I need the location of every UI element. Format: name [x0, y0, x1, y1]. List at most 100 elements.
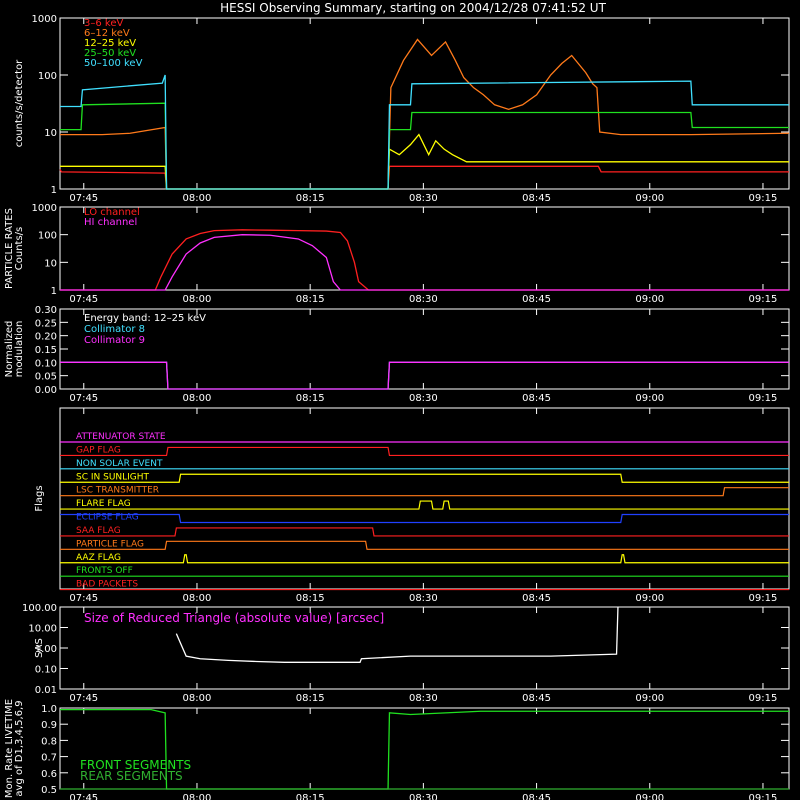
y-tick-label: 0.10 [35, 358, 57, 369]
x-tick-label: 09:15 [749, 593, 778, 604]
series-line-hi-channel [60, 234, 789, 291]
flag-line-gap-flag [60, 446, 789, 457]
x-tick-label: 09:00 [635, 294, 664, 305]
y-tick-label: 0.20 [35, 332, 57, 343]
y-tick-label: 10 [44, 128, 57, 139]
y-tick-label: 1 [51, 185, 57, 196]
panel-flags: 07:45 08:00 08:15 08:30 08:45 09:00 09:15 Flags… [34, 407, 790, 604]
y-tick-label: 0.05 [35, 372, 57, 383]
x-tick-label: 09:00 [635, 793, 664, 800]
legend-collimator-8: Collimator 8 [84, 324, 145, 335]
y-tick-label: 100 [38, 231, 57, 242]
x-tick-label: 08:45 [522, 393, 551, 404]
y-axis-label: SAS [34, 638, 45, 658]
y-tick-label: 1000 [32, 14, 57, 25]
y-tick-label: 1.0 [41, 704, 57, 715]
x-tick-label: 09:15 [749, 193, 778, 204]
panel-lightcurves: 07:45 08:00 08:15 08:30 08:45 09:00 09:15 1 10 10… [14, 14, 790, 204]
series-line-collimator-9 [60, 361, 789, 390]
x-tick-label: 08:30 [409, 393, 438, 404]
flag-label-saa-flag: SAA FLAG [76, 526, 121, 536]
flag-line-sc-in-sunlight [60, 473, 789, 483]
x-tick-label: 09:00 [635, 393, 664, 404]
annotation-energy-band: Energy band: 12–25 keV [84, 313, 206, 324]
series-line-3-6-kev [59, 165, 789, 190]
y-tick-label: 0.01 [35, 685, 57, 696]
y-axis-label: counts/s/detector [14, 59, 25, 147]
annotation-sas: Size of Reduced Triangle (absolute value… [84, 611, 384, 625]
y-tick-label: 0.9 [41, 720, 57, 731]
flag-line-flare-flag [60, 500, 789, 510]
series-group: ATTENUATOR STATE GAP FLAG NON SOLAR EVENT S… [60, 432, 789, 591]
flag-line-lsc-transmitter [60, 487, 789, 497]
series-group [60, 229, 789, 291]
x-tick-label: 09:15 [749, 693, 778, 704]
y-tick-label: 10.00 [28, 624, 57, 635]
x-tick-label: 08:45 [522, 693, 551, 704]
flag-label-flare-flag: FLARE FLAG [76, 499, 131, 509]
x-tick-label: 09:15 [749, 294, 778, 305]
x-tick-label: 08:15 [296, 693, 325, 704]
x-tick-label: 08:45 [522, 193, 551, 204]
x-tick-label: 09:00 [635, 693, 664, 704]
y-tick-label: 0.10 [35, 665, 57, 676]
chart-title: HESSI Observing Summary, starting on 200… [220, 1, 606, 15]
x-tick-label: 08:00 [183, 193, 212, 204]
x-tick-label: 07:45 [69, 693, 98, 704]
y-axis-label: Counts/s [14, 227, 25, 271]
flag-label-fronts-off: FRONTS OFF [76, 566, 133, 576]
flag-line-aaz-flag [60, 554, 789, 564]
x-tick-label: 08:45 [522, 294, 551, 305]
flag-label-gap-flag: GAP FLAG [76, 445, 121, 455]
x-tick-label: 08:15 [296, 294, 325, 305]
x-tick-label: 07:45 [69, 593, 98, 604]
panel-frame [59, 206, 790, 291]
x-tick-label: 08:15 [296, 593, 325, 604]
flag-label-lsc-transmitter: LSC TRANSMITTER [76, 486, 159, 496]
panel-frame [59, 407, 790, 590]
panel-particle: 07:45 08:00 08:15 08:30 08:45 09:00 09:15 1 10 10… [4, 203, 790, 305]
x-tick-label: 07:45 [69, 393, 98, 404]
panel-livetime: 07:45 08:00 08:15 08:30 08:45 09:00 09:15 0.5 0.… [4, 699, 790, 800]
x-tick-label: 08:30 [409, 193, 438, 204]
x-tick-label: 09:00 [635, 593, 664, 604]
x-tick-label: 08:00 [183, 294, 212, 305]
flag-label-bad-packets: BAD PACKETS [76, 580, 138, 590]
x-tick-label: 08:15 [296, 793, 325, 800]
flag-line-saa-flag [60, 527, 789, 537]
legend-hi-channel: HI channel [84, 217, 137, 228]
legend-50-100-kev: 50–100 keV [84, 58, 143, 69]
panel-sas: 07:45 08:00 08:15 08:30 08:45 09:00 09:15 0.01 0… [22, 603, 790, 704]
x-tick-label: 08:15 [296, 393, 325, 404]
panel-frame [59, 17, 790, 190]
y-tick-label: 0.30 [35, 305, 57, 316]
y-tick-label: 0.6 [41, 769, 57, 780]
y-tick-label: 10 [44, 258, 57, 269]
x-tick-label: 09:15 [749, 393, 778, 404]
y-tick-label: 1 [51, 286, 57, 297]
x-tick-label: 09:15 [749, 793, 778, 800]
y-tick-label: 0.15 [35, 345, 57, 356]
x-tick-label: 08:30 [409, 693, 438, 704]
y-axis-label: modulation [14, 321, 25, 378]
y-tick-label: 0.7 [41, 753, 57, 764]
flag-label-aaz-flag: AAZ FLAG [76, 553, 121, 563]
x-tick-label: 07:45 [69, 193, 98, 204]
y-tick-label: 0.8 [41, 736, 57, 747]
x-tick-label: 08:00 [183, 693, 212, 704]
series-group [60, 361, 789, 390]
y-tick-label: 0.5 [41, 785, 57, 796]
flag-label-sc-in-sunlight: SC IN SUNLIGHT [76, 472, 150, 482]
legend-rear-segments: REAR SEGMENTS [80, 769, 183, 783]
series-line-12-25-kev [60, 133, 789, 190]
flag-line-eclipse-flag [60, 513, 789, 524]
x-tick-label: 07:45 [69, 793, 98, 800]
panel-modulation: 07:45 08:00 08:15 08:30 08:45 09:00 09:15 0.00 0… [4, 305, 790, 404]
y-tick-label: 0.00 [35, 385, 57, 396]
hessi-summary-chart: HESSI Observing Summary, starting on 200… [4, 1, 790, 800]
x-tick-label: 08:15 [296, 193, 325, 204]
x-tick-label: 08:30 [409, 593, 438, 604]
y-tick-label: 100.00 [22, 603, 57, 614]
y-tick-label: 1000 [32, 203, 57, 214]
series-group [59, 38, 790, 190]
